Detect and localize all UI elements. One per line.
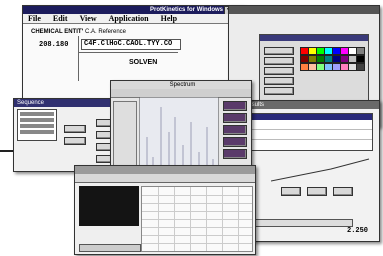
palette-swatch[interactable] (356, 47, 365, 55)
palette-button-2[interactable] (264, 57, 294, 65)
palette-window-titlebar[interactable] (229, 6, 379, 14)
expression-field[interactable]: C4F.ClHoC.CAOL.TYY.CO (81, 39, 181, 50)
table-action-button-2[interactable] (307, 187, 327, 196)
grid-col-line (158, 187, 159, 251)
result-curve (271, 158, 370, 182)
list-item[interactable] (20, 118, 54, 122)
sequence-window: Sequence (13, 98, 123, 172)
field-label-entity: CHEMICAL ENTITY (31, 29, 83, 35)
value-readout: 208.180 (39, 41, 69, 49)
main-menubar: File Edit View Application Help (23, 14, 243, 24)
table-scrollbar[interactable] (251, 219, 353, 227)
menu-file[interactable]: File (28, 14, 41, 23)
palette-button-5[interactable] (264, 87, 294, 95)
palette-swatch[interactable] (356, 55, 365, 63)
palette-button-3[interactable] (264, 67, 294, 75)
form-divider-h (78, 52, 178, 53)
palette-dialog-titlebar[interactable] (260, 35, 368, 41)
spectrum-side-button-4[interactable] (223, 137, 247, 147)
table-action-button-1[interactable] (281, 187, 301, 196)
grid-col-line (206, 187, 207, 251)
table-window-titlebar[interactable]: Results (241, 101, 379, 109)
sequence-window-titlebar[interactable]: Sequence (14, 99, 122, 107)
form-divider (78, 36, 79, 81)
palette-button-1[interactable] (264, 47, 294, 55)
sequence-button-2[interactable] (64, 137, 86, 145)
spectrum-side-button-3[interactable] (223, 125, 247, 135)
grid-col-line (238, 187, 239, 251)
coordinate-readout: 2.250 (347, 227, 369, 235)
grid-col-line (222, 187, 223, 251)
field-tag-reference: C.A. Reference (85, 29, 127, 35)
grid-window (74, 165, 256, 255)
table-row[interactable] (248, 140, 372, 149)
menu-application[interactable]: Application (109, 14, 149, 23)
grid-toolbar (75, 174, 255, 183)
palette-grid (300, 47, 365, 87)
sequence-button-1[interactable] (64, 125, 86, 133)
menu-view[interactable]: View (80, 14, 97, 23)
table-row[interactable] (248, 120, 372, 130)
table-row[interactable] (248, 130, 372, 140)
left-rule (0, 150, 13, 152)
list-item[interactable] (20, 124, 54, 128)
grid-col-line (174, 187, 175, 251)
results-table (247, 113, 373, 151)
grid-scrollbar[interactable] (79, 244, 141, 252)
menu-edit[interactable]: Edit (53, 14, 68, 23)
spectrum-side-button-1[interactable] (223, 101, 247, 111)
spectrum-window-titlebar[interactable]: Spectrum (111, 81, 251, 89)
spectrum-side-button-2[interactable] (223, 113, 247, 123)
spectrum-side-button-5[interactable] (223, 149, 247, 159)
grid-window-titlebar[interactable] (75, 166, 255, 174)
table-window: Results 2.250 (240, 100, 380, 242)
grid-black-panel (79, 186, 139, 226)
list-item[interactable] (20, 112, 54, 116)
grid-lines (141, 186, 253, 252)
palette-button-4[interactable] (264, 77, 294, 85)
menu-help[interactable]: Help (161, 14, 177, 23)
table-action-button-3[interactable] (333, 187, 353, 196)
sequence-list (17, 109, 57, 141)
main-window-titlebar[interactable]: ProtKinetics for Windows (23, 6, 243, 14)
list-item[interactable] (20, 130, 54, 134)
solvent-label: SOLVEN (129, 59, 158, 66)
grid-col-line (190, 187, 191, 251)
palette-swatch[interactable] (356, 63, 365, 71)
